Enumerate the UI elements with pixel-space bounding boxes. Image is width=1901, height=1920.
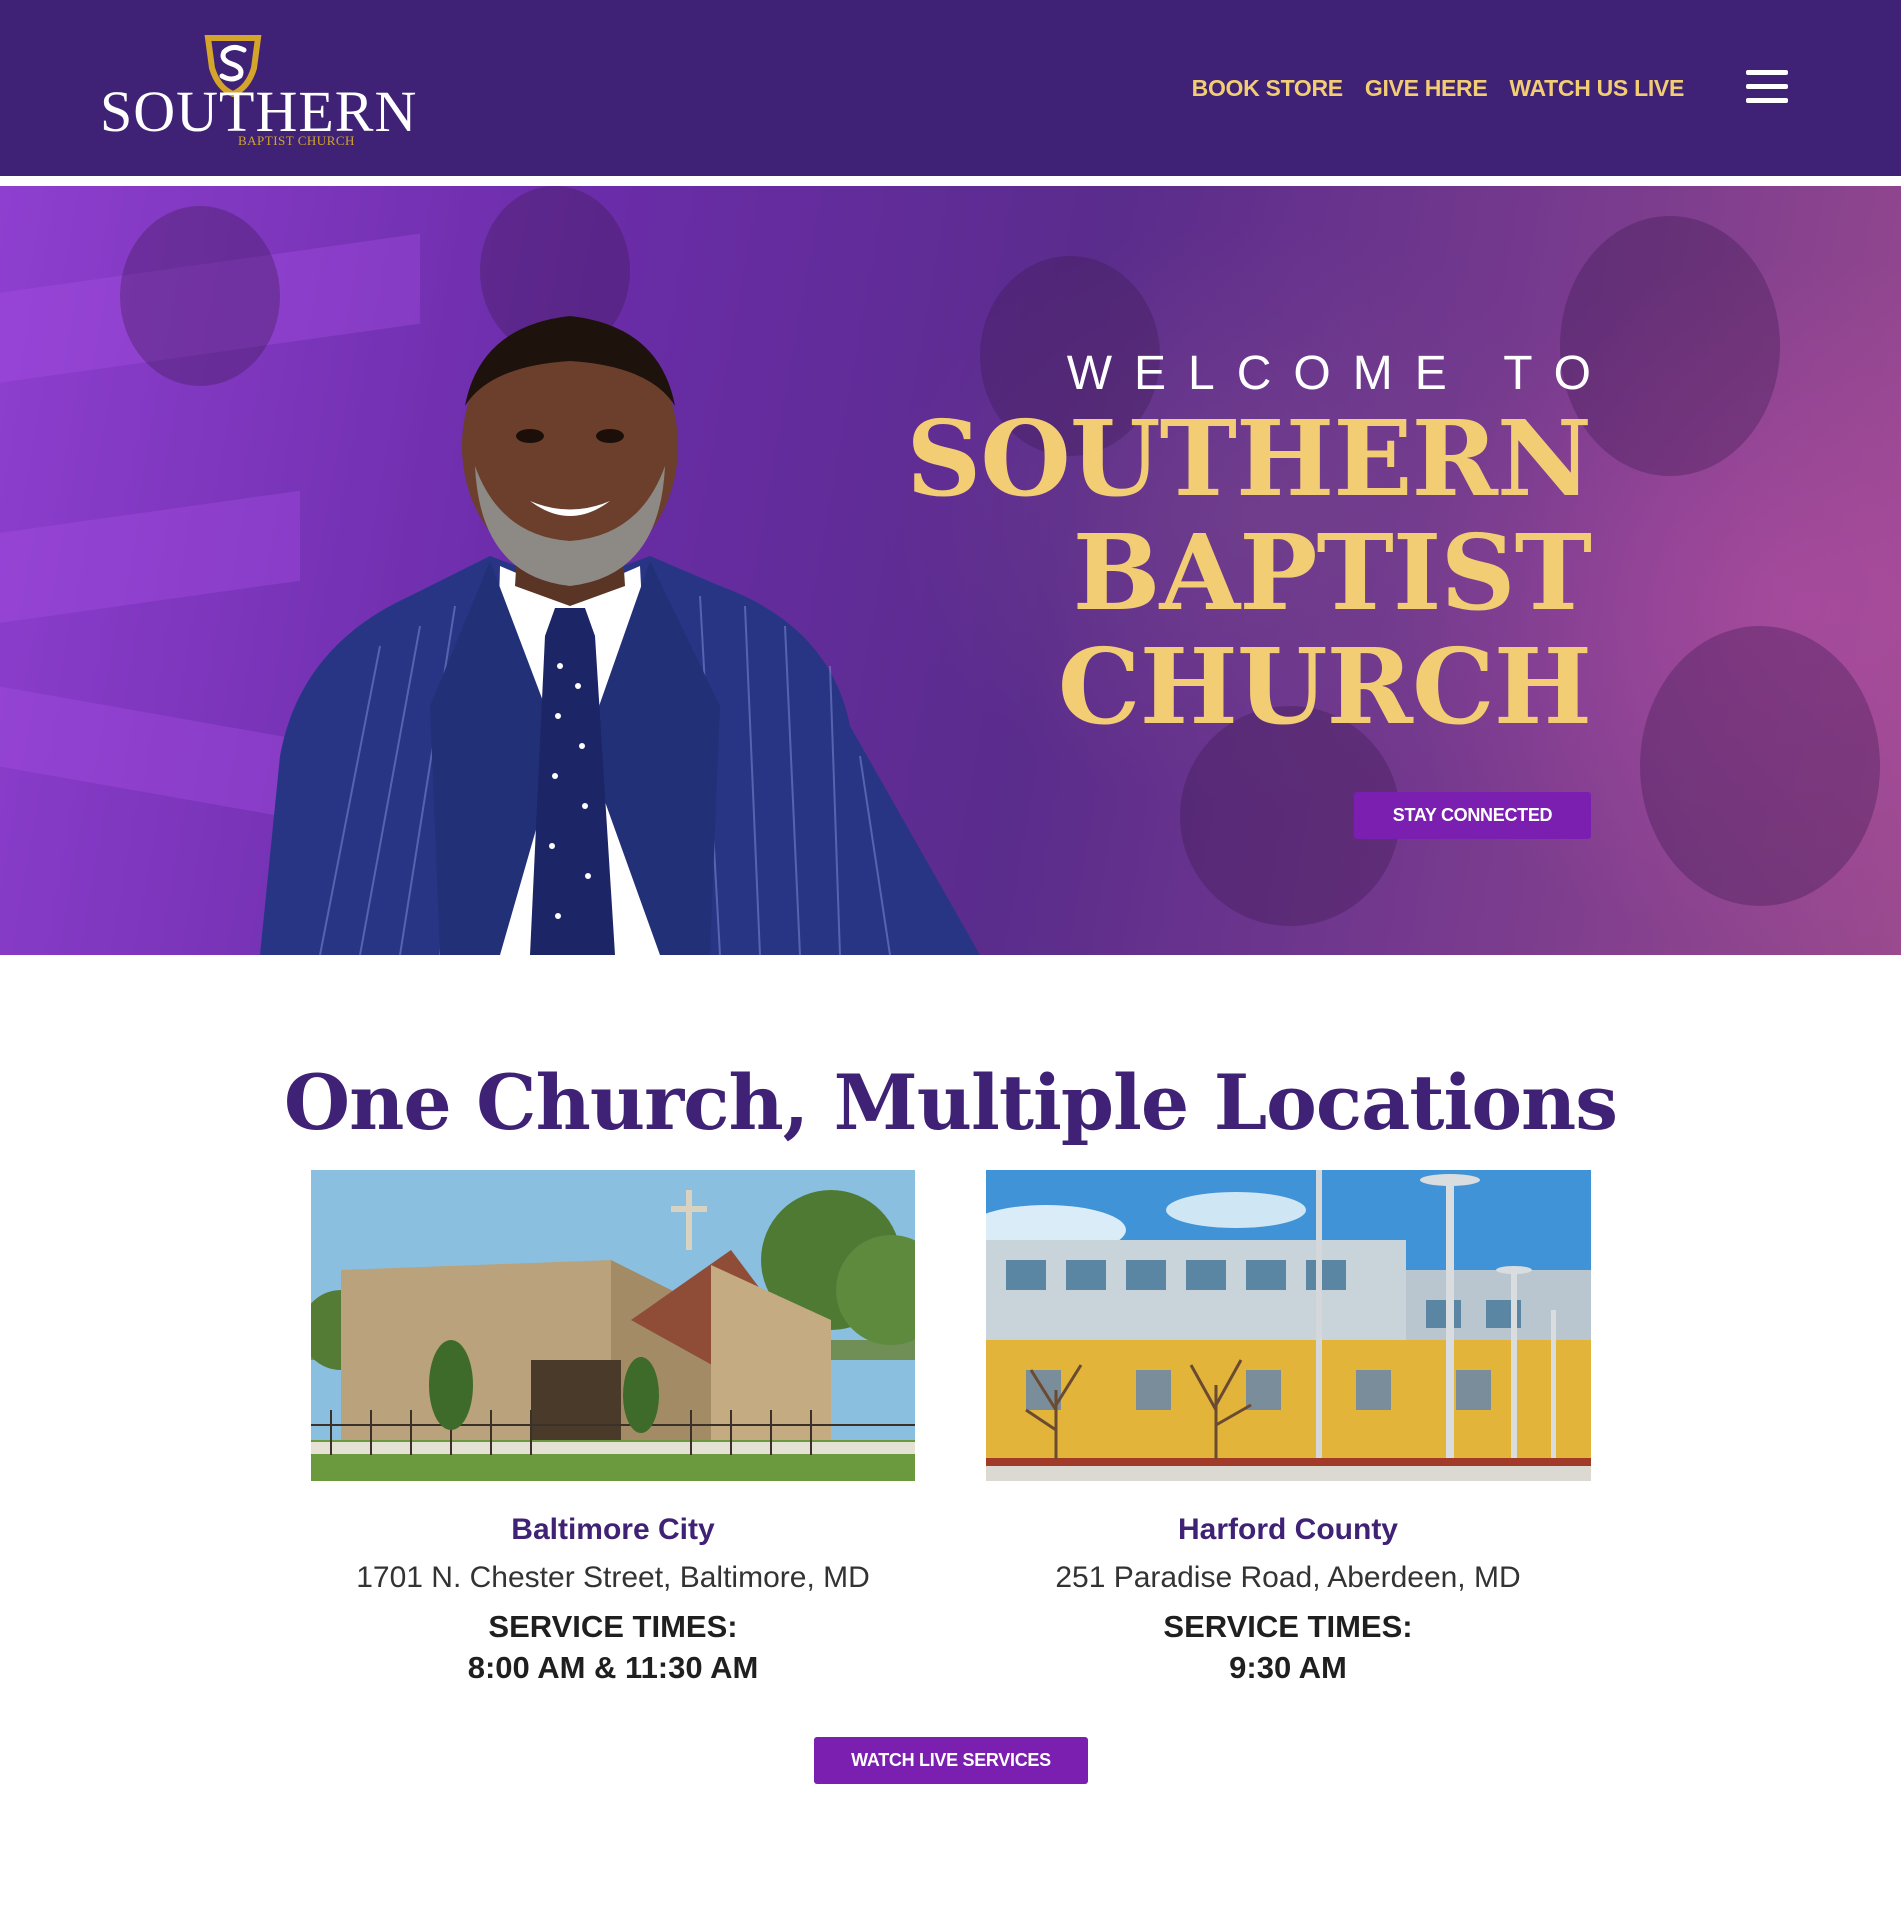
hero-welcome-text: WELCOME TO [1066,347,1613,400]
stay-connected-button[interactable]: STAY CONNECTED [1354,792,1591,839]
pastor-photo [260,316,980,955]
location-card-harford: Harford County 251 Paradise Road, Aberde… [978,1510,1598,1688]
background-crowd [1640,626,1880,906]
watch-live-services-button[interactable]: WATCH LIVE SERVICES [814,1737,1088,1784]
location-address: 1701 N. Chester Street, Baltimore, MD [356,1561,870,1594]
location-address: 251 Paradise Road, Aberdeen, MD [1055,1561,1521,1594]
nav-watch-us-live[interactable]: WATCH US LIVE [1509,72,1684,104]
service-times-value: 9:30 AM [1229,1650,1347,1685]
locations-heading: One Church, Multiple Locations [283,1058,1618,1147]
service-times-label: SERVICE TIMES: [1163,1609,1413,1644]
location-name[interactable]: Baltimore City [303,1510,923,1550]
main-nav: BOOK STORE GIVE HERE WATCH US LIVE [1192,72,1685,104]
location-name[interactable]: Harford County [978,1510,1598,1550]
service-times-label: SERVICE TIMES: [488,1609,738,1644]
hero-banner: WELCOME TO SOUTHERN BAPTIST CHURCH [0,186,1901,955]
harford-church-photo[interactable] [986,1170,1591,1481]
hamburger-menu-icon[interactable] [1746,70,1788,104]
site-header: SOUTHERN BAPTIST CHURCH BOOK STORE GIVE … [0,0,1901,176]
service-times-value: 8:00 AM & 11:30 AM [467,1650,759,1685]
nav-give-here[interactable]: GIVE HERE [1365,72,1488,104]
hero-title-line: SOUTHERN [906,397,1592,520]
baltimore-church-photo[interactable] [311,1170,915,1481]
nav-book-store[interactable]: BOOK STORE [1192,72,1344,104]
hero-title-line: BAPTIST [1072,511,1592,634]
church-logo[interactable]: SOUTHERN BAPTIST CHURCH [100,30,416,150]
hero-title-line: CHURCH [1057,625,1592,748]
location-card-baltimore: Baltimore City 1701 N. Chester Street, B… [303,1510,923,1688]
hero-heading-block: WELCOME TO SOUTHERN BAPTIST CHURCH [906,346,1592,748]
logo-subtitle: BAPTIST CHURCH [238,133,355,148]
